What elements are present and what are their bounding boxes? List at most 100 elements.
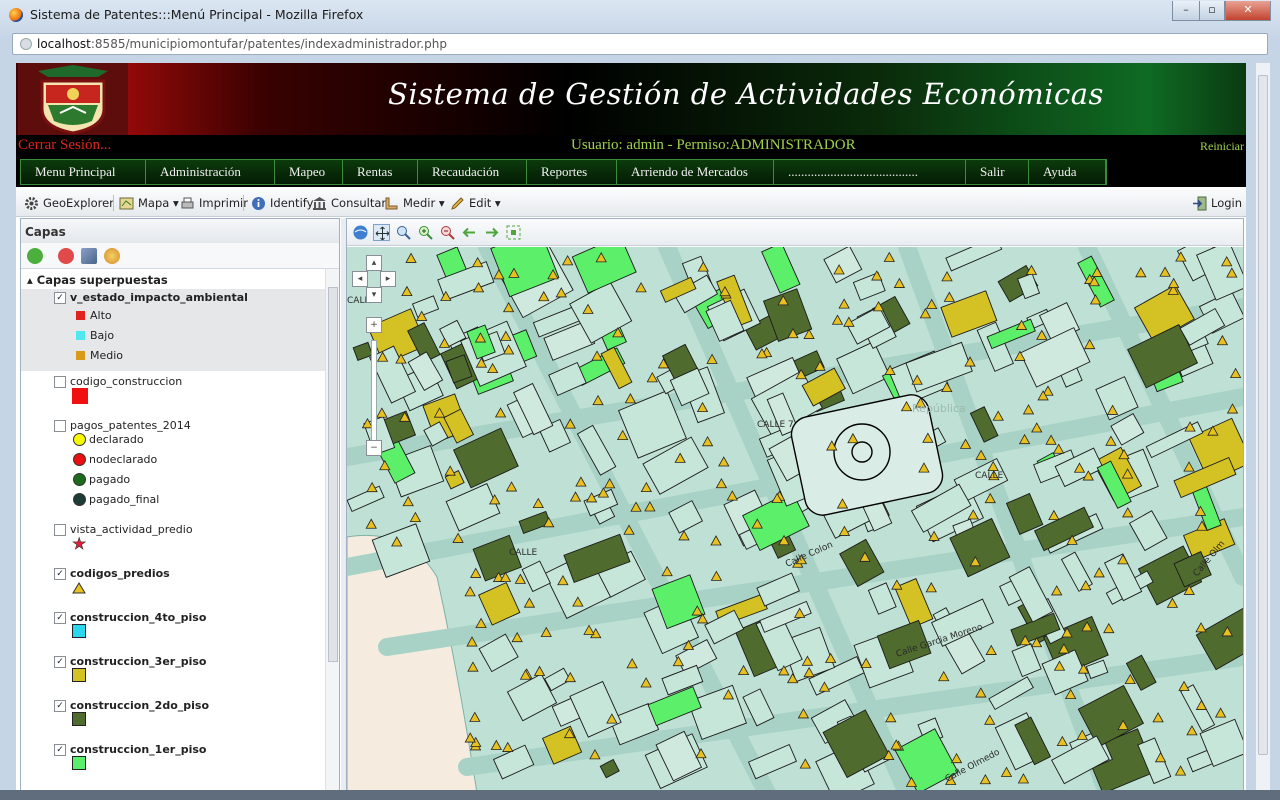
add-layer-icon[interactable]: [27, 248, 43, 264]
layer-construccion-3er-piso[interactable]: ✓ construccion_3er_piso: [54, 655, 206, 669]
address-bar[interactable]: localhost:8585/municipiomontufar/patente…: [12, 33, 1268, 55]
menu-item-salir[interactable]: Salir: [966, 160, 1029, 184]
layers-panel-title: Capas: [21, 219, 339, 243]
map-panel: CALLE 7 CALLE CALLE CALLE Calle Colon Ca…: [346, 218, 1244, 793]
menu-item-ayuda[interactable]: Ayuda: [1029, 160, 1106, 184]
menu-item-reportes[interactable]: Reportes: [527, 160, 617, 184]
pan-up-button[interactable]: ▴: [366, 255, 382, 271]
remove-layer-icon[interactable]: [58, 248, 74, 264]
menu-item-administracion[interactable]: Administración: [146, 160, 275, 184]
street-label: CALLE: [975, 471, 1003, 481]
consultar-button[interactable]: Consultar: [312, 195, 386, 212]
legend-label: nodeclarado: [89, 453, 158, 466]
edit-menu-button[interactable]: Edit ▾: [450, 195, 501, 212]
main-menu-bar: Menu Principal Administración Mapeo Rent…: [16, 157, 1246, 187]
user-info: Usuario: admin - Permiso:ADMINISTRADOR: [571, 137, 856, 153]
legend-label: pagado: [89, 473, 131, 486]
browser-window: Sistema de Patentes:::Menú Principal - M…: [0, 0, 1280, 800]
map-canvas[interactable]: CALLE 7 CALLE CALLE CALLE Calle Colon Ca…: [347, 228, 1243, 793]
pan-left-button[interactable]: ◂: [352, 271, 368, 287]
triangle-icon: [72, 582, 86, 594]
logout-link[interactable]: Cerrar Sesión...: [18, 137, 111, 154]
title-bar: Sistema de Patentes:::Menú Principal - M…: [0, 0, 1280, 30]
building-icon: [312, 196, 327, 211]
previous-extent-icon[interactable]: [461, 224, 478, 241]
layer-construccion-4to-piso[interactable]: ✓ construccion_4to_piso: [54, 611, 206, 625]
menu-item-arriendo-mercados[interactable]: Arriendo de Mercados: [617, 160, 774, 184]
legend-swatch-alto: [76, 311, 85, 320]
info-icon: [251, 196, 266, 211]
map-navigation-toolbar: [347, 219, 1243, 246]
legend-swatch-pagado: [73, 473, 86, 486]
zoom-slider[interactable]: [371, 340, 377, 444]
layer-construccion-2do-piso[interactable]: ✓ construccion_2do_piso: [54, 699, 209, 713]
minimize-button[interactable]: –: [1172, 1, 1200, 21]
page-scrollbar[interactable]: [1256, 63, 1270, 793]
layer-checkbox[interactable]: [54, 420, 66, 432]
medir-menu-button[interactable]: Medir ▾: [384, 195, 445, 212]
full-extent-icon[interactable]: [505, 224, 522, 241]
layer-checkbox[interactable]: ✓: [54, 656, 66, 668]
pencil-icon: [450, 196, 465, 211]
legend-swatch-declarado: [73, 433, 86, 446]
main-menu: Menu Principal Administración Mapeo Rent…: [20, 159, 1107, 185]
globe-icon[interactable]: [352, 224, 369, 241]
layer-checkbox[interactable]: ✓: [54, 292, 66, 304]
geoexplorer-button[interactable]: GeoExplorer: [24, 195, 114, 212]
legend-label: Alto: [90, 309, 112, 322]
cadastral-map[interactable]: CALLE 7 CALLE CALLE CALLE Calle Colon Ca…: [347, 228, 1243, 793]
legend-label: pagado_final: [89, 493, 160, 506]
gis-toolbar: GeoExplorer Mapa ▾ Imprimir Identify Con…: [16, 190, 1246, 217]
layer-checkbox[interactable]: ✓: [54, 612, 66, 624]
zoom-out-icon[interactable]: [439, 224, 456, 241]
page-scrollbar-thumb[interactable]: [1258, 75, 1268, 755]
layers-panel: Capas ▴ Capas superpuestas ✓ v_estado_imp…: [20, 218, 340, 793]
layer-construccion-1er-piso[interactable]: ✓ construccion_1er_piso: [54, 743, 206, 757]
wrench-icon[interactable]: [81, 248, 97, 264]
zoom-out-button[interactable]: −: [366, 440, 382, 456]
identify-button[interactable]: Identify: [251, 195, 313, 212]
star-icon: ★: [72, 534, 87, 553]
zoom-box-icon[interactable]: [395, 224, 412, 241]
layer-v-estado-impacto-ambiental[interactable]: ✓ v_estado_impacto_ambiental: [54, 291, 248, 305]
menu-item-placeholder[interactable]: ........................................: [774, 160, 966, 184]
scrollbar-thumb[interactable]: [328, 287, 338, 662]
close-window-button[interactable]: ✕: [1225, 1, 1271, 21]
style-icon[interactable]: [104, 248, 120, 264]
legend-label: Bajo: [90, 329, 115, 342]
menu-item-rentas[interactable]: Rentas: [343, 160, 418, 184]
restore-button[interactable]: ▫: [1199, 1, 1225, 21]
login-button[interactable]: Login: [1192, 195, 1242, 212]
zoom-in-icon[interactable]: [417, 224, 434, 241]
page-content: Sistema de Gestión de Actividades Económ…: [16, 63, 1246, 793]
street-label: CALLE 7: [757, 420, 794, 430]
pan-down-button[interactable]: ▾: [366, 287, 382, 303]
layer-checkbox[interactable]: [54, 524, 66, 536]
menu-item-mapeo[interactable]: Mapeo: [275, 160, 343, 184]
layer-checkbox[interactable]: ✓: [54, 568, 66, 580]
menu-item-menu-principal[interactable]: Menu Principal: [21, 160, 146, 184]
pan-right-button[interactable]: ▸: [380, 271, 396, 287]
next-extent-icon[interactable]: [483, 224, 500, 241]
menu-item-recaudacion[interactable]: Recaudación: [418, 160, 527, 184]
imprimir-button[interactable]: Imprimir: [180, 195, 248, 212]
session-bar: Cerrar Sesión... Usuario: admin - Permis…: [16, 135, 1246, 157]
site-info-icon[interactable]: [20, 38, 32, 50]
layer-checkbox[interactable]: [54, 376, 66, 388]
layer-pagos-patentes-2014[interactable]: pagos_patentes_2014: [54, 419, 191, 433]
firefox-icon: [9, 8, 23, 22]
legend-label: declarado: [89, 433, 144, 446]
layer-codigo-construccion[interactable]: codigo_construccion: [54, 375, 182, 389]
municipal-crest-logo: [18, 63, 128, 135]
layer-group-capas-superpuestas[interactable]: ▴ Capas superpuestas: [27, 273, 168, 287]
pan-icon[interactable]: [373, 224, 390, 241]
restart-link[interactable]: Reiniciar: [1200, 139, 1244, 154]
legend-label: Medio: [90, 349, 124, 362]
layer-checkbox[interactable]: ✓: [54, 744, 66, 756]
legend-swatch-3er-piso: [72, 668, 86, 682]
layers-scrollbar[interactable]: [325, 269, 339, 791]
mapa-menu-button[interactable]: Mapa ▾: [119, 195, 179, 212]
layer-codigos-predios[interactable]: ✓ codigos_predios: [54, 567, 170, 581]
zoom-in-button[interactable]: +: [366, 317, 382, 333]
layer-checkbox[interactable]: ✓: [54, 700, 66, 712]
